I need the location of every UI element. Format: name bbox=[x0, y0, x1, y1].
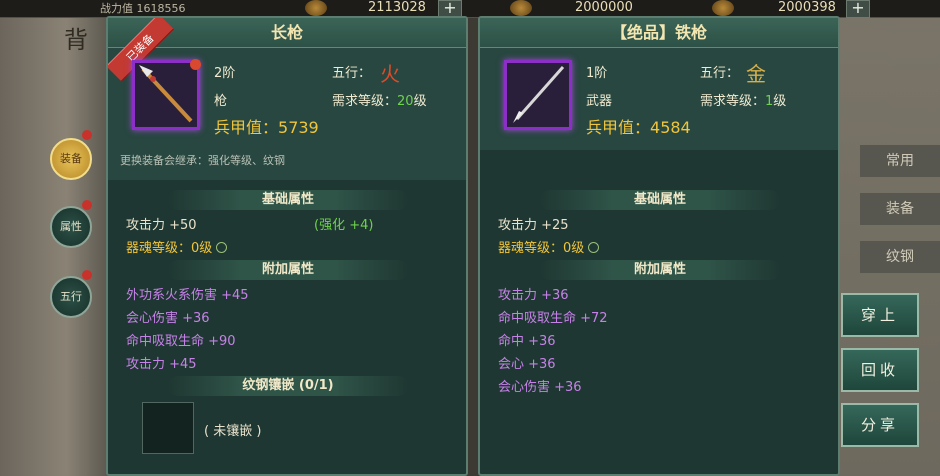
element-metal: 金 bbox=[746, 62, 766, 86]
coin-icon bbox=[712, 0, 734, 16]
item-tier: 1阶 bbox=[586, 66, 608, 81]
attack-stat: 攻击力 +25 bbox=[498, 218, 569, 233]
extra-attributes-title: 附加属性 bbox=[540, 260, 780, 280]
item-type: 枪 bbox=[214, 94, 228, 109]
extra-stat: 命中吸取生命 +72 bbox=[498, 311, 608, 326]
rarity-dot bbox=[190, 59, 201, 70]
iron-spear-icon bbox=[513, 66, 565, 123]
notification-dot bbox=[82, 200, 92, 210]
extra-stat: 会心伤害 +36 bbox=[126, 311, 210, 326]
armor-power: 兵甲值：5739 bbox=[214, 118, 319, 137]
equip-button[interactable]: 穿上 bbox=[841, 293, 919, 337]
base-attributes-title: 基础属性 bbox=[540, 190, 780, 210]
required-level: 需求等级：1级 bbox=[700, 94, 787, 109]
coin-icon bbox=[510, 0, 532, 16]
gold-amount-right: 2000398 bbox=[778, 0, 836, 15]
circle-icon bbox=[588, 242, 600, 253]
tab-five-elements[interactable]: 五行 bbox=[50, 276, 92, 318]
soul-level: 器魂等级：0级 bbox=[126, 237, 228, 256]
spear-icon bbox=[139, 65, 193, 123]
tab-equipment[interactable]: 装备 bbox=[50, 138, 92, 180]
tab-gear[interactable]: 装备 bbox=[860, 193, 940, 225]
item-name: 【绝品】铁枪 bbox=[480, 18, 838, 48]
equipped-item-panel: 长枪 已装备 2阶 五行： 火 枪 需求等级：20级 兵甲值：5739 更换装备… bbox=[106, 16, 468, 476]
enhance-bonus: (强化 +4) bbox=[314, 218, 374, 233]
add-currency-button[interactable]: + bbox=[846, 0, 870, 18]
required-level: 需求等级：20级 bbox=[332, 94, 427, 109]
candidate-item-panel: 【绝品】铁枪 1阶 五行： 金 武器 需求等级：1级 兵甲值：4584 基础属性… bbox=[478, 16, 840, 476]
extra-stat: 外功系火系伤害 +45 bbox=[126, 288, 249, 303]
soul-level: 器魂等级：0级 bbox=[498, 237, 600, 256]
extra-stat: 命中 +36 bbox=[498, 334, 556, 349]
coin-icon bbox=[305, 0, 327, 16]
element-label: 五行： bbox=[332, 66, 372, 81]
circle-icon bbox=[216, 242, 228, 253]
extra-stat: 攻击力 +45 bbox=[126, 357, 197, 372]
extra-stat: 命中吸取生命 +90 bbox=[126, 334, 236, 349]
tab-attributes[interactable]: 属性 bbox=[50, 206, 92, 248]
gem-empty-text: ( 未镶嵌 ) bbox=[204, 424, 262, 439]
gold-amount-left: 2113028 bbox=[368, 0, 426, 15]
extra-stat: 会心伤害 +36 bbox=[498, 380, 582, 395]
element-fire: 火 bbox=[380, 62, 400, 86]
attack-stat: 攻击力 +50 bbox=[126, 218, 197, 233]
battle-power-text: 战力值 1618556 bbox=[100, 2, 186, 15]
tab-wengang[interactable]: 纹钢 bbox=[860, 241, 940, 273]
gold-amount-mid: 2000000 bbox=[575, 0, 633, 15]
item-slot[interactable] bbox=[504, 60, 572, 130]
share-button[interactable]: 分享 bbox=[841, 403, 919, 447]
item-type: 武器 bbox=[586, 94, 613, 109]
element-label: 五行： bbox=[700, 66, 740, 81]
notification-dot bbox=[82, 270, 92, 280]
extra-attributes-title: 附加属性 bbox=[168, 260, 408, 280]
item-tier: 2阶 bbox=[214, 66, 236, 81]
recycle-button[interactable]: 回收 bbox=[841, 348, 919, 392]
extra-stat: 攻击力 +36 bbox=[498, 288, 569, 303]
gem-inlay-title: 纹钢镶嵌 (0/1) bbox=[168, 376, 408, 396]
extra-stat: 会心 +36 bbox=[498, 357, 556, 372]
item-slot[interactable] bbox=[132, 59, 201, 130]
bag-title: 背 bbox=[64, 26, 88, 54]
base-attributes-title: 基础属性 bbox=[168, 190, 408, 210]
armor-power: 兵甲值：4584 bbox=[586, 118, 691, 137]
notification-dot bbox=[82, 130, 92, 140]
gem-slot[interactable] bbox=[142, 402, 194, 454]
inherit-note: 更换装备会继承：强化等级、纹钢 bbox=[120, 154, 285, 167]
tab-common[interactable]: 常用 bbox=[860, 145, 940, 177]
